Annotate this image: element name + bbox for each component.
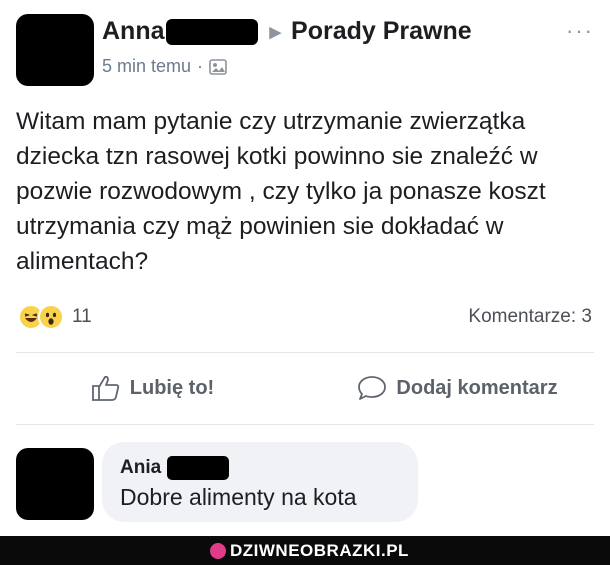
comment-author-line: Ania [120, 456, 400, 480]
reactions-left[interactable]: 11 [18, 304, 92, 330]
watermark: DZIWNEOBRAZKI.PL [210, 541, 409, 561]
like-label: Lubię to! [129, 376, 215, 399]
name-redaction [165, 18, 258, 45]
comment-button[interactable]: Dodaj komentarz [305, 366, 610, 410]
more-options-icon[interactable]: ··· [566, 18, 594, 44]
author-name[interactable]: Anna [102, 17, 165, 46]
comment-item: Ania Dobre alimenty na kota [16, 440, 594, 526]
thumbs-up-icon [91, 375, 119, 401]
watermark-bar: DZIWNEOBRAZKI.PL [0, 536, 610, 565]
post-actions: Lubię to! Dodaj komentarz [0, 366, 610, 410]
group-name[interactable]: Porady Prawne [291, 17, 472, 46]
watermark-text: DZIWNEOBRAZKI.PL [230, 541, 409, 560]
divider-bottom [16, 424, 594, 425]
reaction-count: 11 [72, 306, 92, 327]
comment-text: Dobre alimenty na kota [120, 484, 357, 510]
wow-icon [38, 304, 64, 330]
post-body-text: Witam mam pytanie czy utrzymanie zwierzą… [16, 108, 546, 275]
post-meta: 5 min temu · [102, 56, 227, 77]
arrow-right-icon: ▶ [269, 23, 282, 41]
comment-bubble-icon [358, 376, 387, 400]
post-timestamp[interactable]: 5 min temu [102, 56, 191, 77]
reactions-summary: 11 Komentarze: 3 [18, 302, 592, 332]
divider-top [16, 352, 594, 353]
comment-name-redaction [167, 456, 230, 480]
commenter-avatar-redacted[interactable] [16, 448, 94, 520]
comments-count-link[interactable]: Komentarze: 3 [468, 306, 592, 328]
audience-group-icon [209, 58, 227, 75]
watermark-logo-icon [210, 543, 226, 559]
comment-label: Dodaj komentarz [396, 376, 558, 399]
comment-author-name[interactable]: Ania [120, 457, 161, 479]
post-header: Anna ▶ Porady Prawne 5 min temu · ··· [16, 14, 596, 86]
author-line: Anna ▶ Porady Prawne [102, 17, 472, 46]
author-avatar-redacted[interactable] [16, 14, 94, 86]
comment-bubble: Ania Dobre alimenty na kota [102, 442, 418, 522]
meta-separator: · [197, 56, 204, 76]
like-button[interactable]: Lubię to! [0, 366, 305, 410]
